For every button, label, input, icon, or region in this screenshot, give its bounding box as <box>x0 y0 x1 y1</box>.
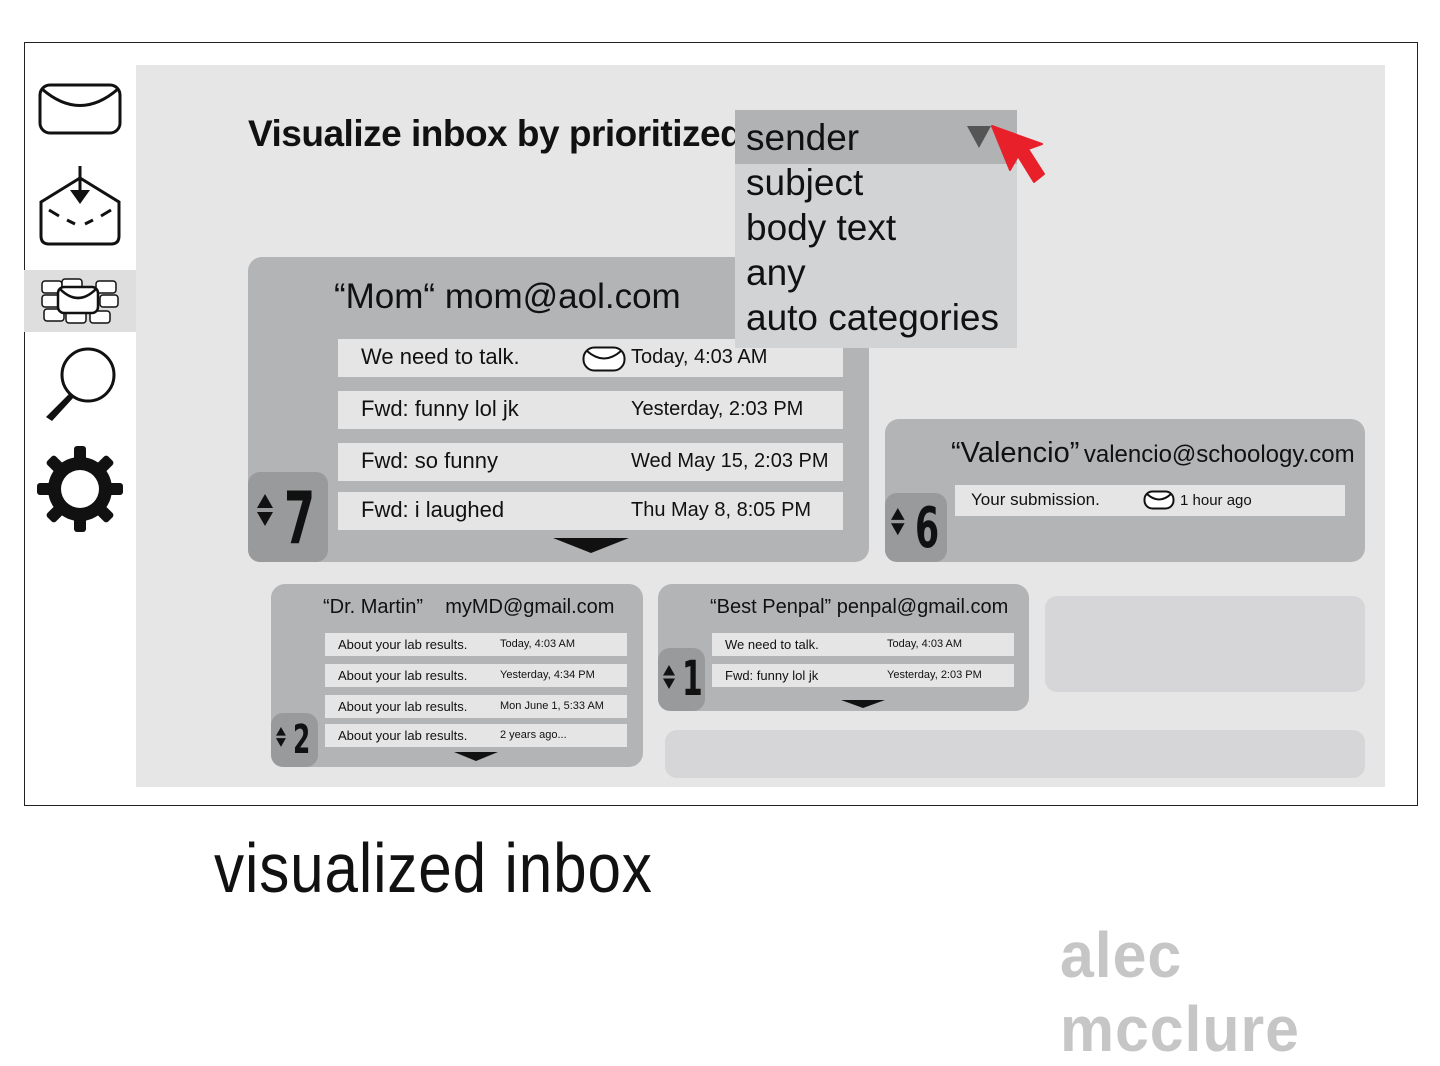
dropdown-option-subject[interactable]: subject <box>746 161 863 205</box>
message-row[interactable]: Fwd: funny lol jk Yesterday, 2:03 PM <box>712 664 1014 687</box>
message-time: Wed May 15, 2:03 PM <box>631 450 829 472</box>
envelope-icon <box>582 346 626 372</box>
visualized-inbox-icon <box>41 278 119 324</box>
reorder-arrows-icon[interactable] <box>663 665 675 689</box>
message-subject: About your lab results. <box>338 637 468 652</box>
message-subject: Fwd: so funny <box>361 448 498 473</box>
message-subject: We need to talk. <box>725 637 819 652</box>
message-row[interactable]: About your lab results. Today, 4:03 AM <box>325 633 627 656</box>
message-time: Thu May 8, 8:05 PM <box>631 499 812 521</box>
message-time: Mon June 1, 5:33 AM <box>500 700 604 712</box>
priority-rank-control[interactable]: 2 <box>271 713 318 767</box>
inbox-download-icon <box>39 166 121 246</box>
sender-card-dr-martin[interactable]: “Dr. Martin” myMD@gmail.com About your l… <box>271 584 643 767</box>
message-row[interactable]: Fwd: funny lol jk Yesterday, 2:03 PM <box>338 391 843 429</box>
dropdown-option-body-text[interactable]: body text <box>746 206 896 250</box>
sender-label: “Valencio” valencio@schoology.com <box>951 437 1355 469</box>
empty-card-slot <box>1045 596 1365 692</box>
caption: visualized inbox <box>214 829 653 907</box>
priority-rank-control[interactable]: 6 <box>885 493 947 562</box>
message-subject: About your lab results. <box>338 668 468 683</box>
sender-label: “Best Penpal” penpal@gmail.com <box>710 596 1009 618</box>
settings-gear-icon <box>37 446 123 532</box>
message-time: Yesterday, 4:34 PM <box>500 669 595 681</box>
message-time: 1 hour ago <box>1180 492 1252 509</box>
priority-rank-control[interactable]: 7 <box>248 472 328 562</box>
message-row[interactable]: About your lab results. 2 years ago... <box>325 724 627 747</box>
message-row[interactable]: Fwd: so funny Wed May 15, 2:03 PM <box>338 443 843 481</box>
mouse-cursor-icon <box>991 125 1045 183</box>
dropdown-option-auto-categories[interactable]: auto categories <box>746 296 999 340</box>
sidebar-item-mail[interactable] <box>24 78 136 140</box>
reorder-arrows-icon[interactable] <box>257 494 273 526</box>
reorder-arrows-icon[interactable] <box>891 508 905 536</box>
rank-number: 2 <box>293 717 311 763</box>
message-subject: We need to talk. <box>361 344 520 369</box>
chevron-down-icon[interactable] <box>967 126 991 148</box>
message-subject: About your lab results. <box>338 728 468 743</box>
sidebar-item-inbox[interactable] <box>24 160 136 250</box>
show-more-arrow[interactable] <box>841 700 885 708</box>
message-subject: Fwd: i laughed <box>361 497 505 522</box>
message-time: 2 years ago... <box>500 729 567 741</box>
mail-icon <box>38 83 122 135</box>
page-title: Visualize inbox by prioritized <box>248 113 743 154</box>
sender-label: “Mom“ mom@aol.com <box>334 277 681 316</box>
message-time: Today, 4:03 AM <box>631 346 768 368</box>
message-time: Today, 4:03 AM <box>887 638 963 650</box>
sender-label: “Dr. Martin” myMD@gmail.com <box>323 596 615 618</box>
message-time: Yesterday, 2:03 PM <box>631 398 804 420</box>
message-time: Today, 4:03 AM <box>500 638 576 650</box>
priority-field-dropdown[interactable]: sender subject body text any auto catego… <box>735 110 1017 348</box>
sender-card-valencio[interactable]: “Valencio” valencio@schoology.com Your s… <box>885 419 1365 562</box>
rank-number: 6 <box>915 496 940 561</box>
sidebar-item-search[interactable] <box>24 343 136 423</box>
search-icon <box>46 347 116 421</box>
author-credit: alec mcclure <box>1060 919 1300 1065</box>
rank-number: 1 <box>682 651 703 707</box>
sidebar-item-visualized-inbox[interactable] <box>24 270 136 332</box>
message-subject: Fwd: funny lol jk <box>725 668 819 683</box>
empty-card-slot <box>665 730 1365 778</box>
envelope-icon <box>1143 490 1175 510</box>
dropdown-selected-label: sender <box>746 117 860 158</box>
message-row[interactable]: Fwd: i laughed Thu May 8, 8:05 PM <box>338 492 843 530</box>
message-row[interactable]: Your submission. 1 hour ago <box>955 485 1345 516</box>
message-subject: Fwd: funny lol jk <box>361 396 519 421</box>
reorder-arrows-icon[interactable] <box>276 727 286 747</box>
sender-card-best-penpal[interactable]: “Best Penpal” penpal@gmail.com We need t… <box>658 584 1029 711</box>
message-row[interactable]: About your lab results. Mon June 1, 5:33… <box>325 695 627 718</box>
rank-number: 7 <box>284 476 316 560</box>
dropdown-selected-option[interactable]: sender <box>735 110 1017 164</box>
message-row[interactable]: We need to talk. Today, 4:03 AM <box>712 633 1014 656</box>
message-subject: About your lab results. <box>338 699 468 714</box>
message-row[interactable]: About your lab results. Yesterday, 4:34 … <box>325 664 627 687</box>
message-time: Yesterday, 2:03 PM <box>887 669 982 681</box>
dropdown-option-any[interactable]: any <box>746 251 806 295</box>
message-subject: Your submission. <box>971 490 1100 509</box>
show-more-arrow[interactable] <box>454 752 498 761</box>
priority-rank-control[interactable]: 1 <box>658 648 705 711</box>
sidebar-item-settings[interactable] <box>24 443 136 535</box>
show-more-arrow[interactable] <box>553 538 629 553</box>
